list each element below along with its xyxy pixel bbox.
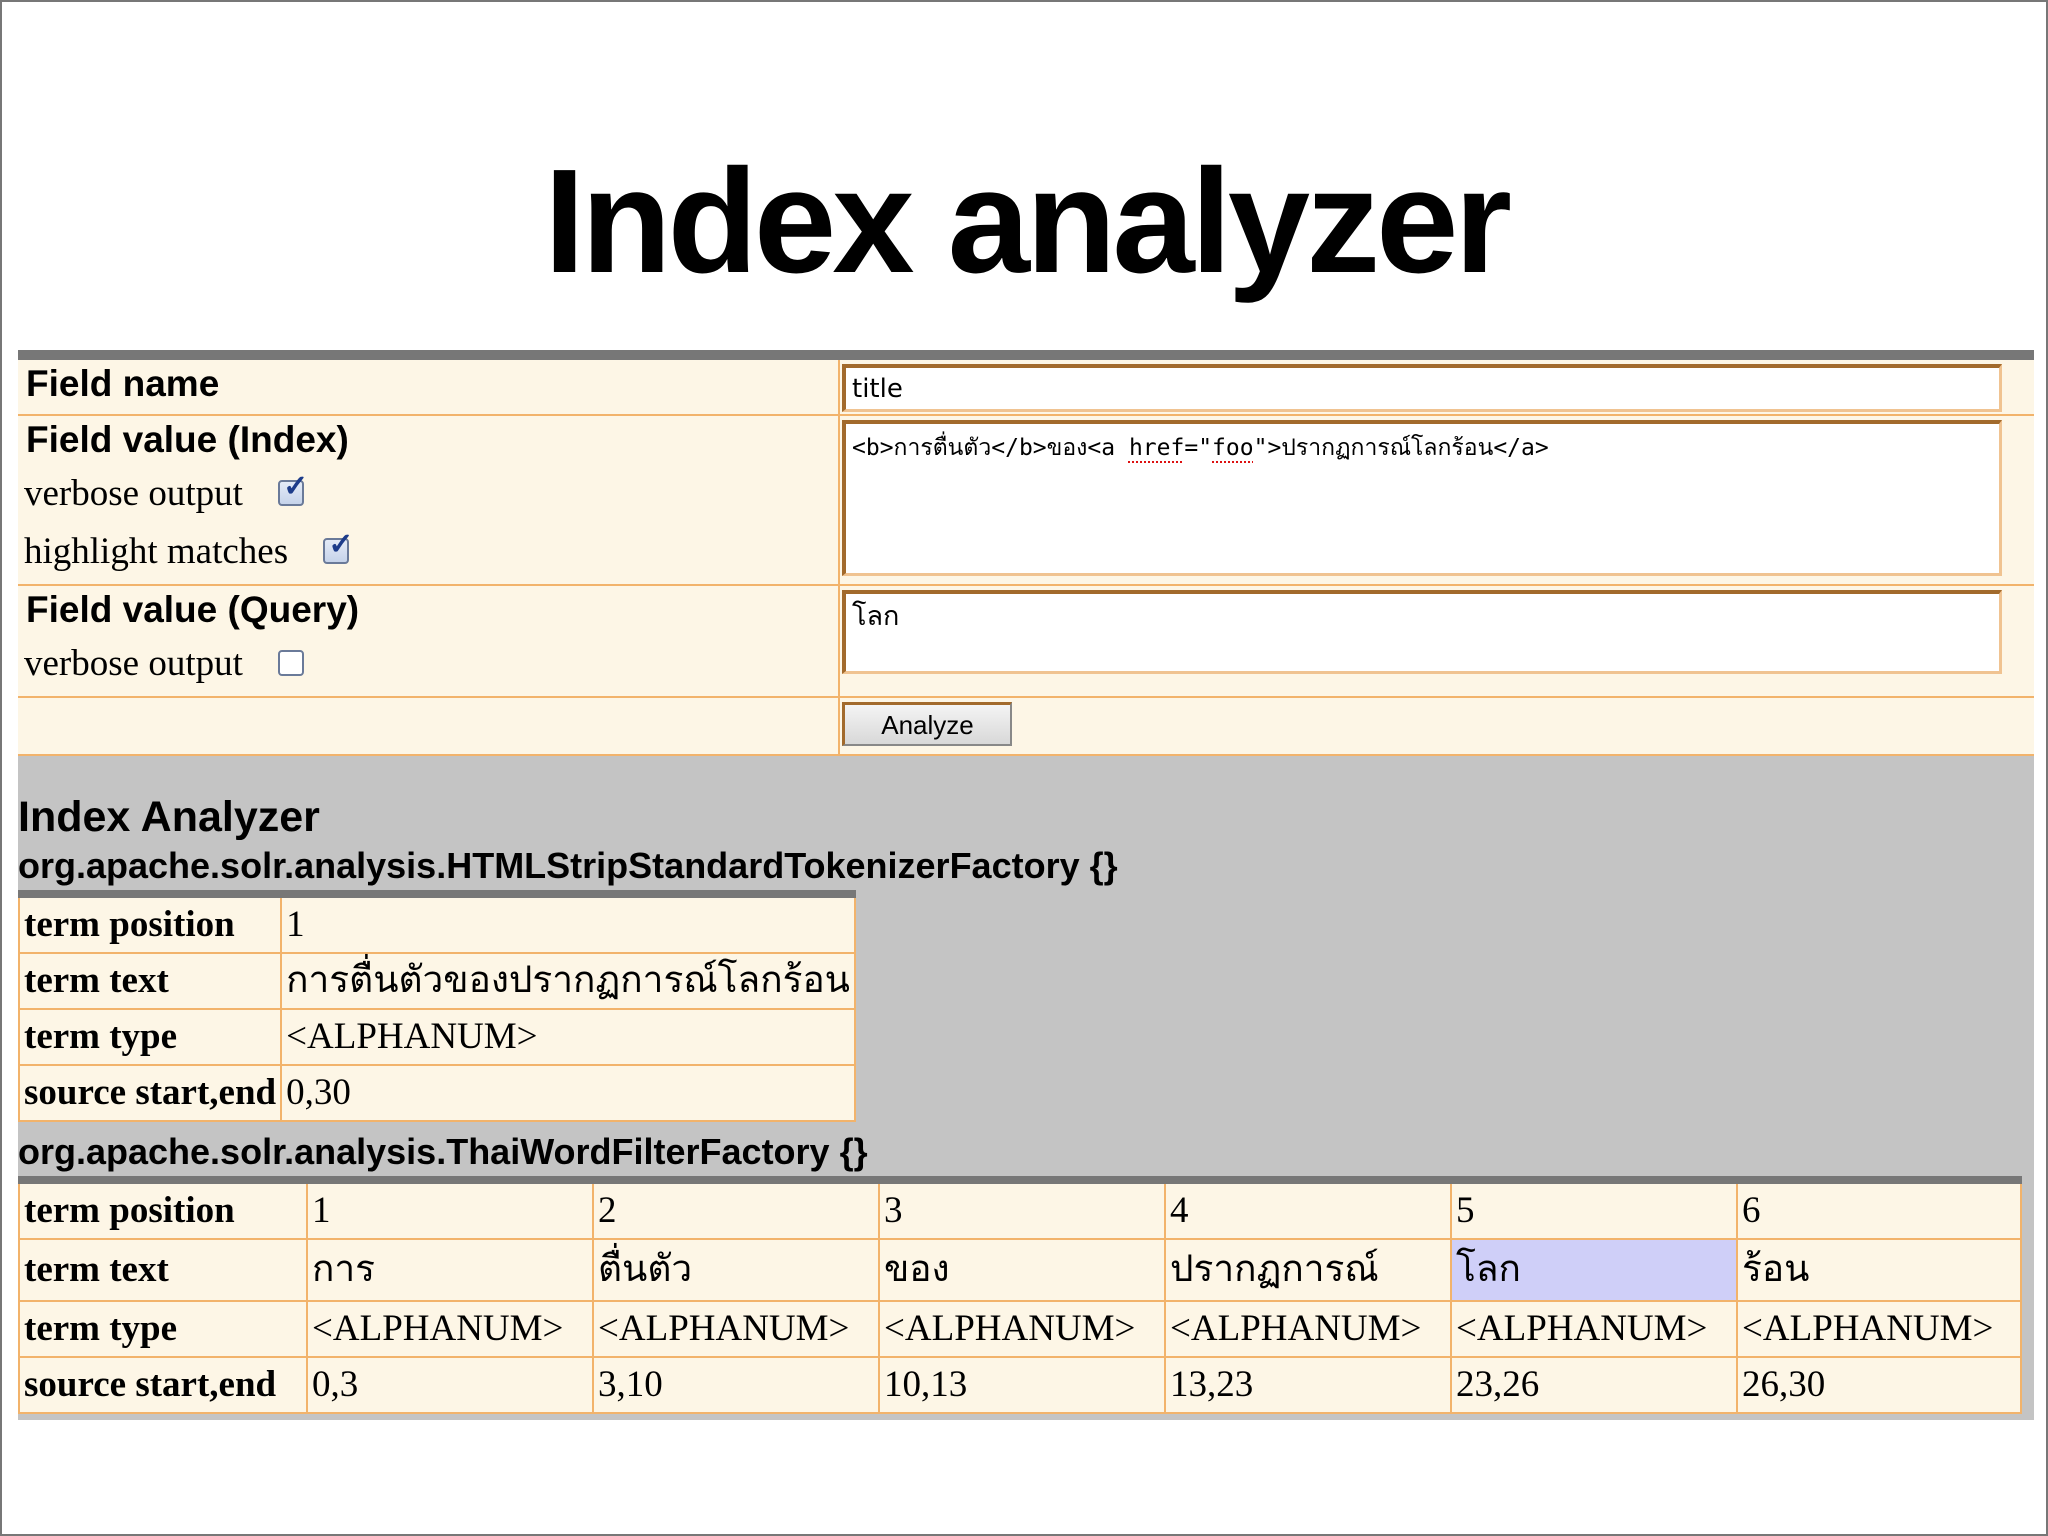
index-value-text: =" [1184,435,1213,461]
field-name-input[interactable]: title [842,364,2002,412]
slide: Index analyzer Field name title Field va… [0,0,2048,1536]
field-name-label: Field name [26,363,220,404]
index-value-text: foo [1212,435,1254,461]
highlight-matches-label: highlight matches [24,531,289,572]
table-row: term position 1 2 3 4 5 6 [18,1179,2022,1240]
source-offsets-cell: 0,3 [306,1356,594,1414]
index-value-text: ">ปรากฏการณ์โลกร้อน</a> [1253,435,1549,461]
row-label: term text [18,1238,308,1302]
term-text-cell: ตื่นตัว [592,1238,880,1302]
term-position-cell: 6 [1736,1179,2022,1240]
source-offsets-cell: 23,26 [1450,1356,1738,1414]
term-text-cell: ปรากฏการณ์ [1164,1238,1452,1302]
row-label: source start,end [17,1064,283,1122]
index-verbose-checkbox[interactable]: ✓ [278,471,308,506]
term-position-cell: 4 [1164,1179,1452,1240]
source-offsets-cell: 3,10 [592,1356,880,1414]
table-row: term text การ ตื่นตัว ของ ปรากฏการณ์ โลก… [18,1238,2022,1302]
field-value-query-row: Field value (Query) verbose output โลก [18,586,2034,698]
highlight-matches-checkbox[interactable]: ✓ [323,529,354,564]
term-type-cell: <ALPHANUM> [280,1008,856,1066]
index-verbose-label: verbose output [24,473,243,514]
checkmark-icon: ✓ [328,527,354,561]
field-value-query-textarea[interactable]: โลก [842,590,2002,674]
term-type-cell: <ALPHANUM> [1450,1300,1738,1358]
term-type-cell: <ALPHANUM> [592,1300,880,1358]
query-verbose-checkbox[interactable] [278,649,305,676]
row-label: term text [17,952,283,1010]
term-text-cell: ร้อน [1736,1238,2022,1302]
field-value-index-label: Field value (Index) [26,419,349,460]
field-value-index-row: Field value (Index) verbose output ✓ hig… [18,416,2034,586]
table-row: term position 1 [17,893,856,954]
term-position-cell: 2 [592,1179,880,1240]
highlight-matches-option: highlight matches ✓ [24,529,354,574]
analyze-button[interactable]: Analyze [842,702,1012,746]
analysis-form: Field name title Field value (Index) ver… [18,350,2034,756]
filter-table: term position 1 2 3 4 5 6 term text การ … [18,1176,2022,1414]
term-type-cell: <ALPHANUM> [1164,1300,1452,1358]
source-offsets-cell: 26,30 [1736,1356,2022,1414]
term-position-cell: 3 [878,1179,1166,1240]
term-text-cell: การตื่นตัวของปรากฏการณ์โลกร้อน [280,952,856,1010]
highlighted-term-text-cell: โลก [1450,1238,1738,1302]
term-position-cell: 5 [1450,1179,1738,1240]
tokenizer-factory-name: org.apache.solr.analysis.HTMLStripStanda… [18,845,1118,886]
analyze-row: Analyze [18,698,2034,756]
row-label: term position [17,893,283,954]
field-value-index-textarea[interactable]: <b>การตื่นตัว</b>ของ<a href="foo">ปรากฏก… [842,420,2002,576]
filter-factory-name: org.apache.solr.analysis.ThaiWordFilterF… [18,1131,868,1172]
index-value-text: href [1128,435,1185,461]
query-value-text: โลก [852,601,900,632]
index-value-text: <b>การตื่นตัว</b>ของ<a [852,435,1129,461]
field-name-value: title [852,374,903,404]
term-type-cell: <ALPHANUM> [878,1300,1166,1358]
row-label: source start,end [18,1356,308,1414]
index-analyzer-heading: Index Analyzer [18,793,320,841]
tokenizer-table: term position 1 term text การตื่นตัวของป… [17,890,856,1122]
row-label: term type [17,1008,283,1066]
source-offsets-cell: 10,13 [878,1356,1166,1414]
term-type-cell: <ALPHANUM> [306,1300,594,1358]
query-verbose-label: verbose output [24,643,243,684]
term-text-cell: ของ [878,1238,1166,1302]
table-row: term type <ALPHANUM> <ALPHANUM> <ALPHANU… [18,1300,2022,1358]
table-row: source start,end 0,30 [17,1064,856,1122]
term-position-cell: 1 [280,893,856,954]
row-label: term position [18,1179,308,1240]
table-row: term type <ALPHANUM> [17,1008,856,1066]
checkmark-icon: ✓ [283,469,309,503]
field-name-row: Field name title [18,360,2034,416]
field-value-query-label: Field value (Query) [26,589,360,630]
term-type-cell: <ALPHANUM> [1736,1300,2022,1358]
index-analyzer-output: Index Analyzer org.apache.solr.analysis.… [17,756,2034,1420]
row-label: term type [18,1300,308,1358]
query-verbose-option: verbose output [24,642,305,686]
source-offsets-cell: 13,23 [1164,1356,1452,1414]
term-text-cell: การ [306,1238,594,1302]
term-position-cell: 1 [306,1179,594,1240]
index-verbose-option: verbose output ✓ [24,471,308,516]
table-row: term text การตื่นตัวของปรากฏการณ์โลกร้อน [17,952,856,1010]
slide-title: Index analyzer [543,139,1512,304]
table-row: source start,end 0,3 3,10 10,13 13,23 23… [18,1356,2022,1414]
source-offsets-cell: 0,30 [280,1064,856,1122]
